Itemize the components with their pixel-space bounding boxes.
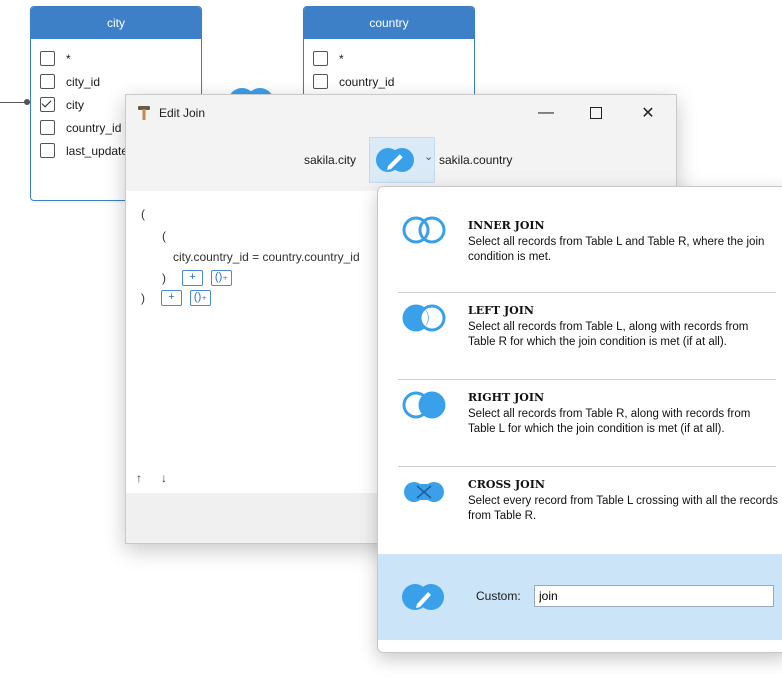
- option-description: Select all records from Table R, along w…: [468, 408, 751, 435]
- option-description: Select all records from Table L, along w…: [468, 321, 749, 348]
- add-condition-button[interactable]: +: [182, 270, 203, 286]
- outer-open-paren: (: [141, 207, 145, 221]
- hammer-icon: [138, 106, 150, 120]
- checkbox[interactable]: [40, 143, 55, 158]
- right-join-icon: [402, 391, 446, 419]
- add-group-button[interactable]: ()₊: [190, 290, 211, 306]
- city-column-city-id[interactable]: city_id: [31, 70, 201, 93]
- move-down-icon[interactable]: ↓: [161, 471, 167, 485]
- city-table-title[interactable]: city: [31, 7, 201, 39]
- minimize-button[interactable]: —: [523, 95, 569, 131]
- country-table-title[interactable]: country: [304, 7, 474, 39]
- outer-close-paren: ): [141, 291, 145, 305]
- join-type-button[interactable]: ⌄: [369, 137, 435, 183]
- option-title: CROSS JOIN: [468, 478, 545, 491]
- checkbox[interactable]: [40, 74, 55, 89]
- close-button[interactable]: ✕: [625, 95, 671, 131]
- checkbox[interactable]: [313, 74, 328, 89]
- inner-close-paren: ): [162, 271, 166, 285]
- country-column-star[interactable]: *: [304, 47, 474, 70]
- custom-label: Custom:: [476, 589, 521, 603]
- option-title: RIGHT JOIN: [468, 391, 545, 404]
- maximize-icon: [590, 107, 602, 119]
- join-type-dropdown[interactable]: INNER JOIN Select all records from Table…: [377, 186, 782, 653]
- checkbox-checked[interactable]: [40, 97, 55, 112]
- left-join-icon: [402, 304, 446, 332]
- left-table-name: sakila.city: [304, 153, 357, 167]
- custom-join-icon: [402, 584, 444, 610]
- checkbox[interactable]: [313, 51, 328, 66]
- add-condition-button[interactable]: +: [161, 290, 182, 306]
- cross-join-option[interactable]: CROSS JOIN Select every record from Tabl…: [378, 467, 778, 553]
- maximize-button[interactable]: [573, 95, 619, 131]
- inner-open-paren: (: [162, 229, 166, 243]
- checkbox[interactable]: [40, 51, 55, 66]
- chevron-down-icon: ⌄: [424, 151, 434, 163]
- move-up-icon[interactable]: ↑: [136, 471, 142, 485]
- title-bar[interactable]: Edit Join — ✕: [126, 95, 676, 131]
- city-column-star[interactable]: *: [31, 47, 201, 70]
- join-type-bar: sakila.city ⌄ sakila.country: [126, 131, 676, 191]
- country-column-country-id[interactable]: country_id: [304, 70, 474, 93]
- dialog-title: Edit Join: [159, 106, 206, 120]
- custom-join-icon: [376, 148, 414, 172]
- option-title: LEFT JOIN: [468, 304, 534, 317]
- cross-join-icon: [404, 482, 444, 502]
- checkbox[interactable]: [40, 120, 55, 135]
- option-description: Select every record from Table L crossin…: [468, 495, 778, 522]
- add-group-button[interactable]: ()₊: [211, 270, 232, 286]
- right-table-name: sakila.country: [439, 153, 513, 167]
- right-join-option[interactable]: RIGHT JOIN Select all records from Table…: [378, 380, 778, 466]
- custom-join-input[interactable]: [534, 585, 774, 607]
- option-title: INNER JOIN: [468, 219, 545, 232]
- custom-join-option[interactable]: Custom:: [378, 554, 782, 640]
- inner-join-icon: [402, 216, 446, 244]
- inner-join-option[interactable]: INNER JOIN Select all records from Table…: [378, 187, 778, 292]
- left-join-option[interactable]: LEFT JOIN Select all records from Table …: [378, 293, 778, 379]
- option-description: Select all records from Table L and Tabl…: [468, 236, 765, 263]
- join-condition-expression[interactable]: city.country_id = country.country_id: [173, 250, 360, 264]
